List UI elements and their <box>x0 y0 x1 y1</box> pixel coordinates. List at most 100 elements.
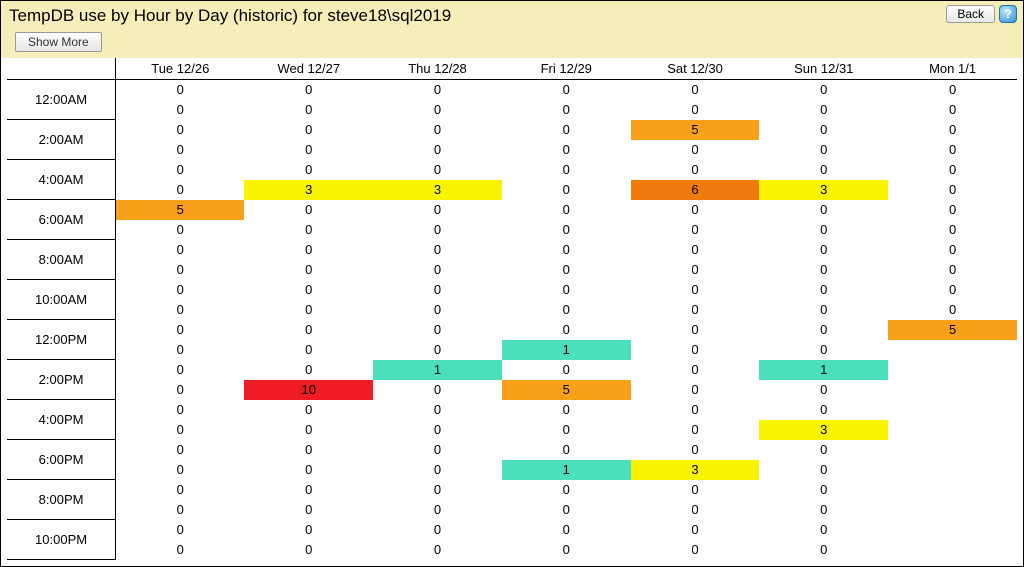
back-button[interactable]: Back <box>946 5 995 23</box>
heat-cell[interactable]: 0 <box>116 240 245 260</box>
heat-cell[interactable]: 0 <box>373 380 502 400</box>
heat-cell[interactable] <box>888 360 1017 380</box>
heat-cell[interactable]: 0 <box>244 80 373 100</box>
heat-cell[interactable]: 0 <box>373 400 502 420</box>
help-icon[interactable]: ? <box>999 5 1017 23</box>
heat-cell[interactable]: 0 <box>116 120 245 140</box>
heat-cell[interactable]: 0 <box>759 220 888 240</box>
heat-cell[interactable]: 3 <box>373 180 502 200</box>
heat-cell[interactable]: 0 <box>759 260 888 280</box>
heat-cell[interactable]: 0 <box>116 460 245 480</box>
heat-cell[interactable]: 0 <box>116 480 245 500</box>
heat-cell[interactable]: 0 <box>116 140 245 160</box>
heat-cell[interactable]: 0 <box>631 400 760 420</box>
heat-cell[interactable]: 0 <box>631 500 760 520</box>
heat-cell[interactable]: 0 <box>888 200 1017 220</box>
heat-cell[interactable]: 0 <box>631 280 760 300</box>
heat-cell[interactable]: 0 <box>244 120 373 140</box>
heat-cell[interactable]: 0 <box>116 440 245 460</box>
heat-cell[interactable]: 0 <box>502 120 631 140</box>
heat-cell[interactable]: 0 <box>631 440 760 460</box>
heat-cell[interactable]: 0 <box>759 540 888 560</box>
heat-cell[interactable]: 0 <box>244 240 373 260</box>
heat-cell[interactable]: 0 <box>759 380 888 400</box>
heat-cell[interactable]: 0 <box>502 300 631 320</box>
heat-cell[interactable]: 0 <box>244 160 373 180</box>
heat-cell[interactable]: 0 <box>759 460 888 480</box>
heat-cell[interactable]: 0 <box>502 440 631 460</box>
heat-cell[interactable]: 0 <box>373 80 502 100</box>
heat-cell[interactable]: 0 <box>759 120 888 140</box>
heat-cell[interactable]: 0 <box>116 420 245 440</box>
heat-cell[interactable]: 0 <box>116 80 245 100</box>
heat-cell[interactable] <box>888 340 1017 360</box>
heat-cell[interactable] <box>888 540 1017 560</box>
heat-cell[interactable]: 0 <box>116 220 245 240</box>
heat-cell[interactable]: 0 <box>502 260 631 280</box>
heat-cell[interactable]: 0 <box>502 140 631 160</box>
heat-cell[interactable]: 0 <box>373 260 502 280</box>
heat-cell[interactable] <box>888 480 1017 500</box>
heat-cell[interactable]: 0 <box>502 80 631 100</box>
heat-cell[interactable]: 0 <box>759 300 888 320</box>
heat-cell[interactable]: 0 <box>502 500 631 520</box>
heat-cell[interactable]: 0 <box>502 240 631 260</box>
heat-cell[interactable]: 0 <box>888 120 1017 140</box>
heat-cell[interactable]: 5 <box>502 380 631 400</box>
heat-cell[interactable]: 0 <box>116 380 245 400</box>
heat-cell[interactable]: 0 <box>631 320 760 340</box>
heat-cell[interactable]: 0 <box>244 340 373 360</box>
heat-cell[interactable]: 0 <box>244 260 373 280</box>
heat-cell[interactable]: 0 <box>244 420 373 440</box>
heat-cell[interactable]: 0 <box>373 140 502 160</box>
heat-cell[interactable]: 0 <box>631 380 760 400</box>
heat-cell[interactable]: 0 <box>631 220 760 240</box>
heat-cell[interactable]: 0 <box>373 280 502 300</box>
heat-cell[interactable]: 0 <box>116 280 245 300</box>
heat-cell[interactable]: 0 <box>631 160 760 180</box>
heat-cell[interactable]: 0 <box>373 300 502 320</box>
heat-cell[interactable]: 0 <box>888 80 1017 100</box>
heat-cell[interactable]: 0 <box>759 280 888 300</box>
heat-cell[interactable]: 10 <box>244 380 373 400</box>
heat-cell[interactable]: 0 <box>373 480 502 500</box>
heat-cell[interactable] <box>888 400 1017 420</box>
heat-cell[interactable]: 0 <box>759 340 888 360</box>
heat-cell[interactable]: 3 <box>759 180 888 200</box>
heat-cell[interactable]: 0 <box>373 120 502 140</box>
heat-cell[interactable]: 0 <box>631 300 760 320</box>
heat-cell[interactable]: 1 <box>502 460 631 480</box>
heat-cell[interactable]: 0 <box>631 80 760 100</box>
heat-cell[interactable]: 0 <box>244 200 373 220</box>
heat-cell[interactable]: 0 <box>631 100 760 120</box>
heat-cell[interactable]: 0 <box>759 400 888 420</box>
heat-cell[interactable]: 0 <box>244 360 373 380</box>
heat-cell[interactable]: 0 <box>502 480 631 500</box>
heat-cell[interactable]: 0 <box>244 100 373 120</box>
heat-cell[interactable]: 0 <box>759 440 888 460</box>
heat-cell[interactable]: 3 <box>244 180 373 200</box>
heat-cell[interactable]: 5 <box>116 200 245 220</box>
heat-cell[interactable]: 0 <box>244 320 373 340</box>
heat-cell[interactable]: 0 <box>502 280 631 300</box>
heat-cell[interactable]: 0 <box>759 500 888 520</box>
heat-cell[interactable]: 0 <box>631 360 760 380</box>
heat-cell[interactable]: 5 <box>631 120 760 140</box>
heat-cell[interactable]: 0 <box>116 180 245 200</box>
heat-cell[interactable]: 0 <box>631 520 760 540</box>
heat-cell[interactable]: 0 <box>888 100 1017 120</box>
heat-cell[interactable]: 0 <box>888 240 1017 260</box>
heat-cell[interactable]: 0 <box>759 520 888 540</box>
heat-cell[interactable]: 0 <box>502 160 631 180</box>
heat-cell[interactable]: 0 <box>373 320 502 340</box>
heat-cell[interactable]: 1 <box>759 360 888 380</box>
heat-cell[interactable]: 0 <box>759 140 888 160</box>
show-more-button[interactable]: Show More <box>15 32 102 52</box>
heat-cell[interactable]: 0 <box>759 200 888 220</box>
heat-cell[interactable]: 1 <box>502 340 631 360</box>
heat-cell[interactable] <box>888 500 1017 520</box>
heat-cell[interactable] <box>888 520 1017 540</box>
heat-cell[interactable]: 0 <box>244 280 373 300</box>
heat-cell[interactable]: 0 <box>502 200 631 220</box>
heat-cell[interactable]: 0 <box>116 540 245 560</box>
